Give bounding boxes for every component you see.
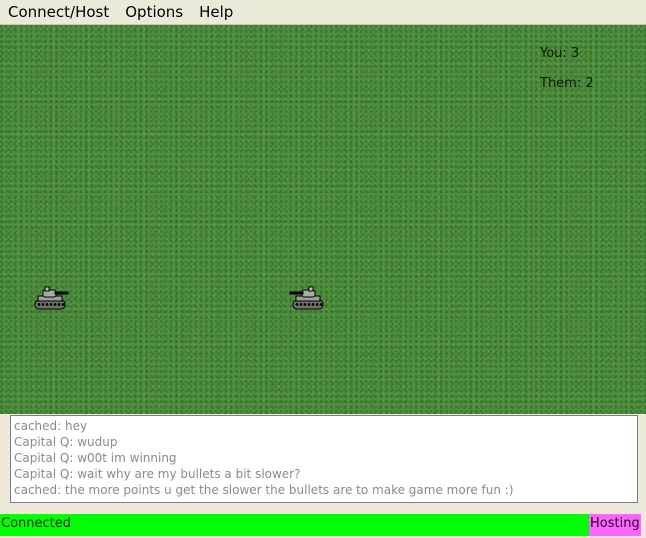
game-window: Connect/Host Options Help You: 3 Them: 2 xyxy=(0,0,646,538)
chat-message: cached: the more points u get the slower… xyxy=(14,483,514,497)
connection-status: Connected xyxy=(0,514,589,536)
chat-message: Capital Q: wudup xyxy=(14,435,118,449)
chat-message: Capital Q: wait why are my bullets a bit… xyxy=(14,467,301,481)
menu-options[interactable]: Options xyxy=(117,0,191,24)
chat-log[interactable]: cached: hey Capital Q: wudup Capital Q: … xyxy=(10,415,638,503)
score-you: You: 3 xyxy=(540,46,580,61)
score-them: Them: 2 xyxy=(540,76,594,91)
menu-bar: Connect/Host Options Help xyxy=(0,0,646,25)
chat-message: Capital Q: w00t im winning xyxy=(14,451,177,465)
battlefield[interactable]: You: 3 Them: 2 xyxy=(0,25,646,414)
menu-help[interactable]: Help xyxy=(191,0,241,24)
status-bar: Connected Hosting xyxy=(0,514,646,536)
mode-status: Hosting xyxy=(589,514,641,536)
player-tank xyxy=(34,286,69,310)
menu-connect-host[interactable]: Connect/Host xyxy=(0,0,117,24)
opponent-tank xyxy=(289,286,324,310)
chat-message: cached: hey xyxy=(14,419,88,433)
